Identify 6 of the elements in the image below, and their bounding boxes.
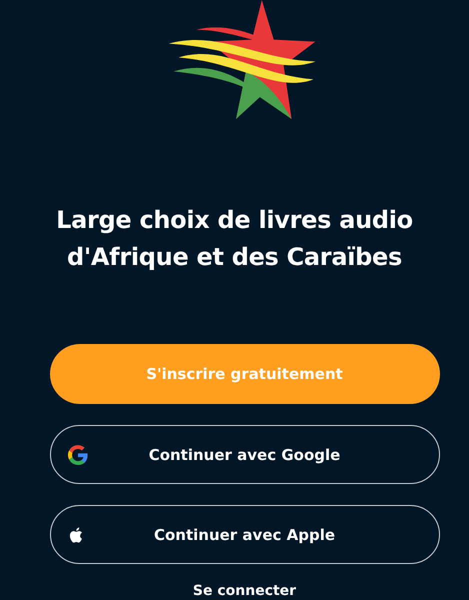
star-logo-icon [168,0,318,119]
headline: Large choix de livres audio d'Afrique et des Caraïbes [55,205,414,273]
signup-button[interactable]: Continuer avec Apple [50,505,440,564]
login-link[interactable]: Se connecter [192,582,296,600]
signup-button[interactable]: Continuer avec Google [50,425,440,484]
google-g-icon [68,444,88,464]
